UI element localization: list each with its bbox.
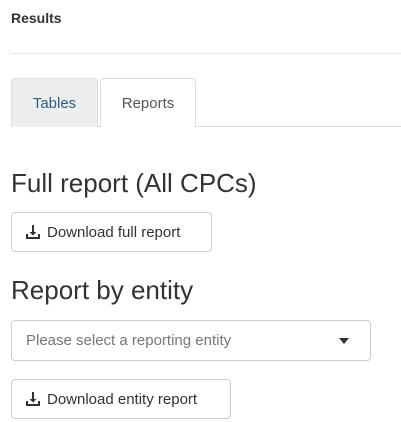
download-full-report-button[interactable]: Download full report — [11, 212, 212, 252]
reporting-entity-select[interactable]: Please select a reporting entity — [11, 320, 371, 361]
download-icon — [26, 225, 40, 239]
divider — [11, 53, 401, 54]
tab-tables[interactable]: Tables — [11, 78, 98, 127]
entity-report-heading: Report by entity — [11, 275, 194, 305]
tab-bar: Tables Reports — [11, 78, 401, 128]
download-full-report-label: Download full report — [47, 223, 181, 241]
results-title: Results — [11, 10, 62, 26]
tab-reports[interactable]: Reports — [100, 78, 196, 128]
select-placeholder: Please select a reporting entity — [26, 332, 232, 349]
download-icon — [26, 392, 40, 406]
full-report-heading: Full report (All CPCs) — [11, 168, 257, 198]
download-entity-report-label: Download entity report — [47, 390, 198, 408]
download-entity-report-button[interactable]: Download entity report — [11, 379, 231, 419]
chevron-down-icon — [339, 338, 349, 344]
